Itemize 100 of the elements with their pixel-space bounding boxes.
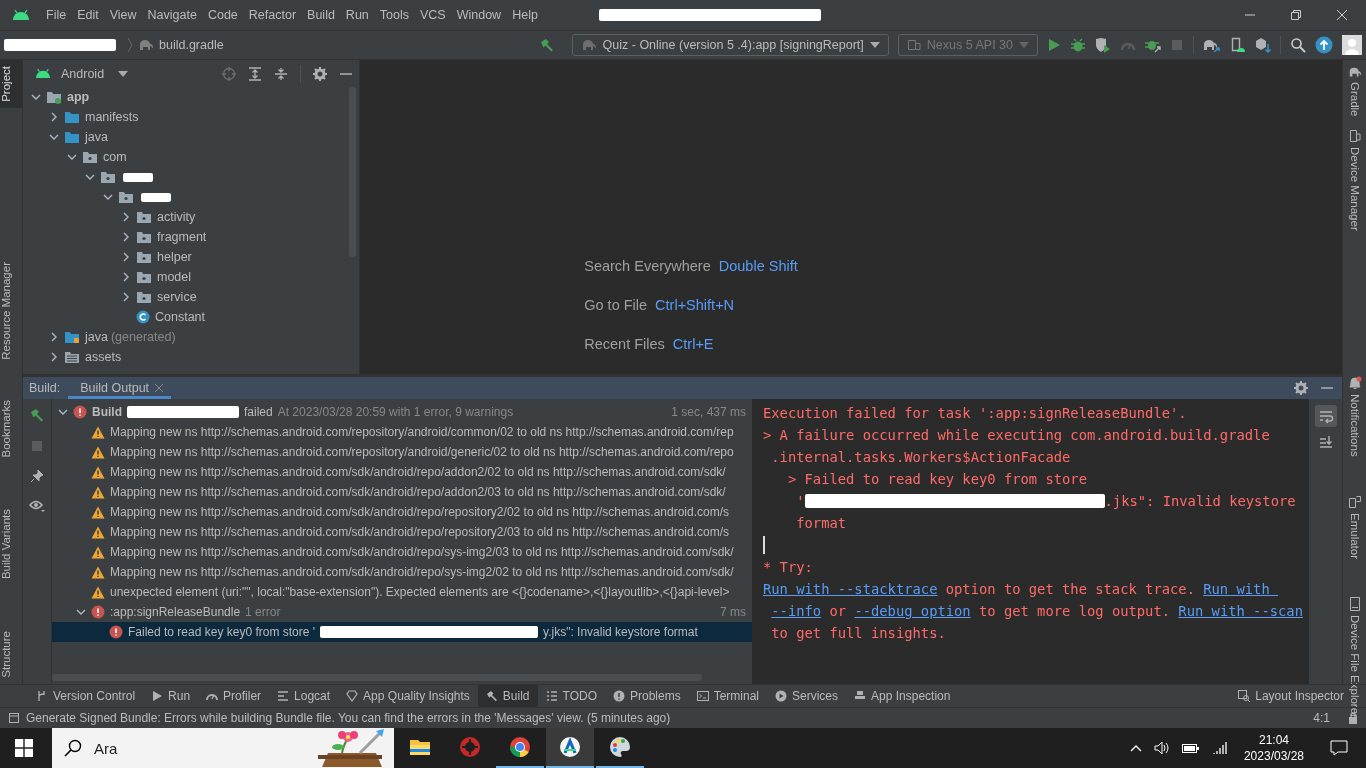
tree-item[interactable]: helper: [157, 250, 192, 264]
tool-window-tab[interactable]: Emulator: [1343, 488, 1366, 565]
tree-item[interactable]: fragment: [157, 230, 207, 244]
menu-item[interactable]: Code: [207, 8, 238, 22]
build-tree-row[interactable]: Mapping new ns http://schemas.android.com/sdk/android/repo/addon2/02 to old ns http://schemas.android.com/sdk/: [52, 462, 752, 482]
chevron-right-icon[interactable]: [121, 252, 131, 262]
wifi-icon[interactable]: [1211, 741, 1228, 755]
tool-window-button[interactable]: Profiler: [198, 685, 270, 707]
close-icon[interactable]: [1336, 9, 1348, 21]
build-tree-row[interactable]: Mapping new ns http://schemas.android.com/repository/android/common/02 to old ns http://schemas.android.com/rep: [52, 422, 752, 442]
menu-item[interactable]: Edit: [77, 8, 99, 22]
elephant-sync-icon[interactable]: [1203, 37, 1221, 53]
console-link[interactable]: --debug option: [854, 603, 971, 619]
tree-item[interactable]: assets: [85, 350, 122, 364]
menu-item[interactable]: Refactor: [248, 8, 297, 22]
chevron-right-icon[interactable]: [49, 112, 59, 122]
chevron-down-icon[interactable]: [103, 192, 113, 202]
expand-all-icon[interactable]: [248, 66, 262, 81]
tool-window-tab[interactable]: Resource Manager: [0, 255, 22, 366]
eye-icon[interactable]: [29, 499, 45, 513]
build-tree-row[interactable]: unexpected element (uri:"", local:"base-extension"). Expected elements are <{}codename>,<{}layoutlib>,<{}api-level>: [52, 582, 752, 602]
shield-run-icon[interactable]: [1095, 37, 1111, 53]
menu-item[interactable]: Window: [456, 8, 502, 22]
build-output-tab[interactable]: Build Output: [68, 377, 172, 399]
taskbar-search-box[interactable]: Ara: [52, 728, 394, 768]
build-tree-row[interactable]: Failed to read key key0 from store ' y.jks": Invalid keystore format: [52, 622, 752, 642]
menu-item[interactable]: Navigate: [147, 8, 197, 22]
tool-window-button[interactable]: Services: [767, 685, 847, 707]
tool-window-button[interactable]: Build: [477, 685, 538, 707]
settings-icon[interactable]: [1294, 381, 1308, 395]
build-tree-row[interactable]: Build failed At 2023/03/28 20:59 with 1 error, 9 warnings 1 sec, 437 ms: [52, 402, 752, 422]
chevron-right-icon[interactable]: [49, 332, 59, 342]
console-link[interactable]: Run with --scan: [1178, 603, 1303, 619]
chevron-down-icon[interactable]: [85, 172, 95, 182]
speaker-icon[interactable]: [1153, 741, 1170, 755]
build-tree-row[interactable]: Mapping new ns http://schemas.android.com/sdk/android/repo/sys-img2/03 to old ns http://schemas.android.com/sdk/: [52, 542, 752, 562]
device-manager-icon[interactable]: [1230, 37, 1246, 53]
tool-window-tab[interactable]: Notifications: [1343, 370, 1366, 463]
build-tree-row[interactable]: Mapping new ns http://schemas.android.com/sdk/android/repo/sys-img2/02 to old ns http://schemas.android.com/sdk/: [52, 562, 752, 582]
tool-window-tab[interactable]: Structure: [0, 625, 22, 684]
tool-window-button[interactable]: Run: [143, 685, 199, 707]
tool-window-tab[interactable]: Project: [0, 60, 22, 108]
menu-item[interactable]: View: [109, 8, 137, 22]
tool-window-button[interactable]: Problems: [605, 685, 689, 707]
chevron-up-icon[interactable]: [1129, 744, 1142, 752]
scrollbar[interactable]: [52, 674, 702, 681]
menu-item[interactable]: Build: [307, 8, 335, 22]
build-tree-row[interactable]: Mapping new ns http://schemas.android.com/repository/android/generic/02 to old ns http://schemas.android.com/repo: [52, 442, 752, 462]
run-icon[interactable]: [1047, 38, 1061, 52]
settings-icon[interactable]: [313, 66, 327, 81]
build-tree-row[interactable]: Mapping new ns http://schemas.android.com/sdk/android/repo/addon2/03 to old ns http://schemas.android.com/sdk/: [52, 482, 752, 502]
battery-icon[interactable]: [1181, 742, 1200, 754]
chevron-down-icon[interactable]: [58, 407, 68, 417]
run-configuration-dropdown[interactable]: Quiz - Online (version 5 .4):app [signingReport]: [571, 34, 889, 56]
tool-window-tab[interactable]: Device Manager: [1343, 122, 1366, 237]
search-input[interactable]: Ara: [92, 738, 298, 758]
tree-item[interactable]: service: [157, 290, 197, 304]
build-tree-row[interactable]: Mapping new ns http://schemas.android.com/sdk/android/repo/repository2/03 to old ns http://schemas.android.com/s: [52, 522, 752, 542]
tree-item[interactable]: activity: [157, 210, 196, 224]
chevron-right-icon[interactable]: [49, 352, 59, 362]
chevron-down-icon[interactable]: [31, 92, 41, 102]
menu-item[interactable]: Tools: [379, 8, 409, 22]
collapse-all-icon[interactable]: [274, 66, 288, 81]
hammer-icon[interactable]: [29, 407, 45, 423]
console-link[interactable]: Run with: [1203, 581, 1278, 597]
taskbar-clock[interactable]: 21:04 2023/03/28: [1243, 732, 1304, 764]
console-link[interactable]: Run with --stacktrace: [763, 581, 938, 597]
windows-start-icon[interactable]: [15, 739, 33, 757]
restore-icon[interactable]: [1290, 9, 1302, 21]
menu-item[interactable]: VCS: [420, 8, 446, 22]
tool-window-tab[interactable]: Bookmarks: [0, 393, 22, 464]
chevron-right-icon[interactable]: [121, 212, 131, 222]
tree-item[interactable]: model: [157, 270, 192, 284]
package-download-icon[interactable]: [1255, 37, 1271, 53]
chevron-down-icon[interactable]: [76, 607, 86, 617]
tool-window-button[interactable]: App Inspection: [846, 685, 959, 707]
chevron-right-icon[interactable]: [121, 232, 131, 242]
chevron-down-icon[interactable]: [49, 132, 59, 142]
taskbar-app-button[interactable]: [546, 728, 594, 768]
status-message[interactable]: Generate Signed Bundle: Errors while building Bundle file. You can find the errors in the 'Messages' view. (5 minutes ago): [26, 711, 1308, 725]
view-selector[interactable]: Android: [57, 66, 133, 81]
tree-item[interactable]: java: [85, 330, 108, 344]
tree-item[interactable]: Constant: [155, 310, 206, 324]
search-icon[interactable]: [1290, 37, 1306, 53]
tree-item[interactable]: app: [67, 90, 90, 104]
build-tree-row[interactable]: Mapping new ns http://schemas.android.com/sdk/android/repo/repository2/02 to old ns http://schemas.android.com/s: [52, 502, 752, 522]
tool-window-button[interactable]: Version Control: [28, 685, 144, 707]
update-icon[interactable]: [1315, 36, 1333, 54]
hammer-icon[interactable]: [538, 37, 555, 53]
tool-window-button[interactable]: TODO: [537, 685, 605, 707]
console-link[interactable]: --info: [771, 603, 822, 619]
panel-toggle-icon[interactable]: [8, 712, 20, 724]
tree-item[interactable]: manifests: [85, 110, 139, 124]
tool-window-button[interactable]: Logcat: [269, 685, 339, 707]
tool-window-tab[interactable]: Build Variants: [0, 503, 22, 586]
soft-wrap-icon[interactable]: [1314, 405, 1337, 427]
caret-position[interactable]: 4:1: [1313, 711, 1330, 725]
pin-icon[interactable]: [30, 469, 44, 483]
bug-icon[interactable]: [1070, 37, 1086, 53]
chevron-down-icon[interactable]: [67, 152, 77, 162]
